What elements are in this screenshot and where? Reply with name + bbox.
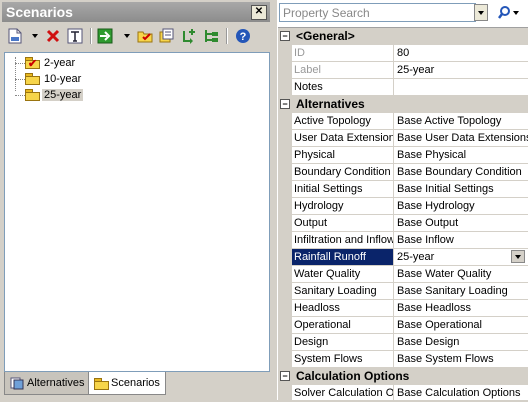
scenarios-panel: Scenarios ✕ ? ✔ 2-year 10-year 25-year A…	[0, 0, 272, 400]
tree-view-icon[interactable]	[202, 27, 220, 45]
category-general[interactable]: − <General>	[278, 28, 528, 45]
checked-folder-icon: ✔	[25, 57, 40, 70]
new-scenario-icon[interactable]	[6, 27, 24, 45]
svg-text:?: ?	[240, 31, 247, 43]
property-row[interactable]: Notes	[278, 79, 528, 96]
property-search-input[interactable]: Property Search	[279, 3, 476, 22]
collapse-icon[interactable]: −	[280, 31, 290, 41]
tab-scenarios[interactable]: Scenarios	[88, 372, 166, 395]
folder-icon	[25, 89, 40, 101]
property-grid: − <General> ID 80 Label 25-year Notes − Al…	[278, 27, 528, 402]
property-row[interactable]: Operational Base Operational	[278, 317, 528, 334]
property-row[interactable]: Output Base Output	[278, 215, 528, 232]
panel-tabs: Alternatives Scenarios	[4, 372, 270, 396]
compute-dropdown-icon[interactable]	[124, 34, 130, 38]
folder-icon	[94, 377, 109, 390]
property-row[interactable]: Physical Base Physical	[278, 147, 528, 164]
property-row[interactable]: User Data Extensions Base User Data Exten…	[278, 130, 528, 147]
property-row[interactable]: Active Topology Base Active Topology	[278, 113, 528, 130]
tree-item-label: 25-year	[42, 88, 84, 101]
help-icon[interactable]: ?	[234, 27, 252, 45]
property-row[interactable]: Water Quality Base Water Quality	[278, 266, 528, 283]
property-row[interactable]: Solver Calculation OptionsBase Calculati…	[278, 385, 528, 402]
collapse-icon[interactable]: −	[280, 99, 290, 109]
delete-icon[interactable]	[44, 27, 62, 45]
property-row[interactable]: System Flows Base System Flows	[278, 351, 528, 368]
property-row[interactable]: Sanitary Loading Base Sanitary Loading	[278, 283, 528, 300]
scenario-tree: ✔ 2-year 10-year 25-year	[4, 52, 270, 372]
folder-icon	[25, 73, 40, 85]
scenarios-toolbar: ?	[2, 24, 270, 48]
property-row-selected[interactable]: Rainfall Runoff 25-year	[278, 249, 528, 266]
category-label: Alternatives	[296, 97, 365, 111]
tree-item-2-year[interactable]: ✔ 2-year	[25, 55, 77, 70]
scenarios-title-bar: Scenarios ✕	[2, 2, 270, 22]
tree-item-10-year[interactable]: 10-year	[25, 71, 83, 86]
property-row[interactable]: Headloss Base Headloss	[278, 300, 528, 317]
search-icon	[498, 6, 519, 19]
category-alternatives[interactable]: − Alternatives	[278, 96, 528, 113]
compute-folder-icon[interactable]	[136, 27, 154, 45]
tab-label: Alternatives	[27, 377, 85, 389]
scenarios-title: Scenarios	[6, 4, 73, 20]
alternatives-icon	[10, 377, 24, 390]
tree-item-label: 10-year	[44, 72, 82, 85]
property-row[interactable]: Boundary Condition Base Boundary Conditio…	[278, 164, 528, 181]
property-row[interactable]: Hydrology Base Hydrology	[278, 198, 528, 215]
category-calculation-options[interactable]: − Calculation Options	[278, 368, 528, 385]
search-dropdown-button[interactable]	[474, 4, 488, 21]
property-panel: Property Search − <General> ID 80 Label 25…	[277, 0, 528, 402]
category-label: Calculation Options	[296, 369, 410, 383]
batch-run-icon[interactable]	[158, 27, 176, 45]
tab-alternatives[interactable]: Alternatives	[4, 372, 92, 395]
tree-item-label: 2-year	[44, 56, 76, 69]
category-label: <General>	[296, 29, 355, 43]
add-child-icon[interactable]	[180, 27, 198, 45]
property-row[interactable]: Infiltration and Inflow Base Inflow	[278, 232, 528, 249]
tree-item-25-year[interactable]: 25-year	[25, 87, 84, 102]
chevron-down-icon	[515, 254, 521, 259]
close-icon[interactable]: ✕	[251, 5, 267, 20]
search-button[interactable]	[492, 3, 526, 23]
tab-label: Scenarios	[111, 377, 160, 389]
property-row[interactable]: Label 25-year	[278, 62, 528, 79]
chevron-down-icon	[478, 10, 484, 15]
collapse-icon[interactable]: −	[280, 371, 290, 381]
new-dropdown-icon[interactable]	[32, 34, 38, 38]
property-row[interactable]: Initial Settings Base Initial Settings	[278, 181, 528, 198]
property-row[interactable]: ID 80	[278, 45, 528, 62]
rename-icon[interactable]	[66, 27, 84, 45]
make-current-icon[interactable]	[96, 27, 114, 45]
property-row[interactable]: Design Base Design	[278, 334, 528, 351]
value-dropdown-button[interactable]	[511, 250, 525, 263]
